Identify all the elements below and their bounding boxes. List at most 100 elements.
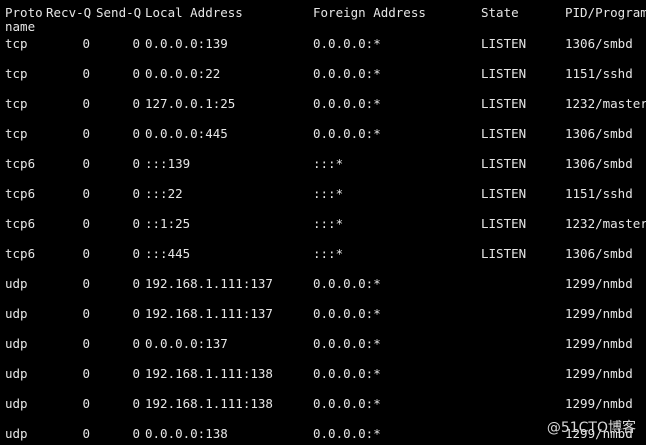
- row-foreign-address: :::*: [313, 216, 344, 231]
- row-send-q: 0: [132, 246, 140, 261]
- row-proto: udp: [5, 306, 28, 321]
- row-pid-program: 1306/smbd: [565, 156, 633, 171]
- row-state: LISTEN: [481, 36, 527, 51]
- row-local-address: 0.0.0.0:445: [145, 126, 228, 141]
- table-row: tcp 0 0 0.0.0.0:445 0.0.0.0:* LISTEN 1306/smbd: [0, 127, 646, 141]
- row-recv-q: 0: [82, 276, 90, 291]
- netstat-header: Proto Recv-Q Send-Q Local Address Foreig…: [0, 6, 646, 34]
- row-recv-q: 0: [82, 216, 90, 231]
- row-local-address: 192.168.1.111:138: [145, 396, 273, 411]
- row-pid-program: 1151/sshd: [565, 66, 633, 81]
- row-foreign-address: 0.0.0.0:*: [313, 36, 381, 51]
- row-proto: tcp: [5, 66, 28, 81]
- row-pid-program: 1299/nmbd: [565, 276, 633, 291]
- row-send-q: 0: [132, 126, 140, 141]
- row-send-q: 0: [132, 156, 140, 171]
- row-pid-program: 1306/smbd: [565, 246, 633, 261]
- row-foreign-address: :::*: [313, 156, 344, 171]
- header-foreign-address: Foreign Address: [313, 5, 426, 20]
- row-foreign-address: :::*: [313, 186, 344, 201]
- row-proto: udp: [5, 336, 28, 351]
- table-row: udp 0 0 0.0.0.0:137 0.0.0.0:* 1299/nmbd: [0, 337, 646, 351]
- row-local-address: :::22: [145, 186, 183, 201]
- row-send-q: 0: [132, 66, 140, 81]
- row-foreign-address: 0.0.0.0:*: [313, 366, 381, 381]
- row-foreign-address: :::*: [313, 246, 344, 261]
- row-local-address: :::139: [145, 156, 191, 171]
- header-proto: Proto: [5, 5, 43, 20]
- table-row: tcp6 0 0:::445:::* LISTEN 1306/smbd: [0, 247, 646, 261]
- row-proto: tcp: [5, 96, 28, 111]
- row-recv-q: 0: [82, 306, 90, 321]
- row-proto: tcp: [5, 126, 28, 141]
- row-foreign-address: 0.0.0.0:*: [313, 426, 381, 441]
- row-pid-program: 1151/sshd: [565, 186, 633, 201]
- row-proto: tcp6: [5, 156, 36, 171]
- terminal-window[interactable]: Proto Recv-Q Send-Q Local Address Foreig…: [0, 0, 646, 445]
- row-proto: tcp6: [5, 246, 36, 261]
- row-pid-program: 1306/smbd: [565, 126, 633, 141]
- row-pid-program: 1232/master: [565, 216, 646, 231]
- row-proto: udp: [5, 396, 28, 411]
- row-recv-q: 0: [82, 186, 90, 201]
- row-local-address: 0.0.0.0:138: [145, 426, 228, 441]
- row-recv-q: 0: [82, 246, 90, 261]
- row-state: LISTEN: [481, 126, 527, 141]
- table-row: udp 0 0 192.168.1.111:137 0.0.0.0:* 1299/nmbd: [0, 277, 646, 291]
- row-state: LISTEN: [481, 186, 527, 201]
- row-state: LISTEN: [481, 246, 527, 261]
- table-row: udp 0 0 192.168.1.111:137 0.0.0.0:* 1299/nmbd: [0, 307, 646, 321]
- row-foreign-address: 0.0.0.0:*: [313, 66, 381, 81]
- row-foreign-address: 0.0.0.0:*: [313, 276, 381, 291]
- row-send-q: 0: [132, 426, 140, 441]
- row-send-q: 0: [132, 366, 140, 381]
- row-state: LISTEN: [481, 216, 527, 231]
- row-local-address: 0.0.0.0:22: [145, 66, 221, 81]
- header-local-address: Local Address: [145, 5, 243, 20]
- header-pid-program: PID/Program: [565, 5, 646, 20]
- row-send-q: 0: [132, 396, 140, 411]
- row-state: LISTEN: [481, 156, 527, 171]
- row-proto: udp: [5, 276, 28, 291]
- row-local-address: 192.168.1.111:138: [145, 366, 273, 381]
- row-state: LISTEN: [481, 66, 527, 81]
- row-pid-program: 1299/nmbd: [565, 366, 633, 381]
- row-send-q: 0: [132, 336, 140, 351]
- row-local-address: ::1:25: [145, 216, 191, 231]
- row-state: LISTEN: [481, 96, 527, 111]
- row-local-address: 127.0.0.1:25: [145, 96, 236, 111]
- row-send-q: 0: [132, 186, 140, 201]
- header-state: State: [481, 5, 519, 20]
- header-recv-q: Recv-Q: [46, 5, 92, 20]
- row-send-q: 0: [132, 306, 140, 321]
- row-foreign-address: 0.0.0.0:*: [313, 336, 381, 351]
- row-recv-q: 0: [82, 366, 90, 381]
- row-foreign-address: 0.0.0.0:*: [313, 96, 381, 111]
- header-name: name: [5, 19, 36, 34]
- row-pid-program: 1232/master: [565, 96, 646, 111]
- row-local-address: 192.168.1.111:137: [145, 276, 273, 291]
- row-local-address: 192.168.1.111:137: [145, 306, 273, 321]
- row-send-q: 0: [132, 216, 140, 231]
- row-send-q: 0: [132, 276, 140, 291]
- table-row: tcp 0 0 127.0.0.1:25 0.0.0.0:* LISTEN 1232/mas…: [0, 97, 646, 111]
- table-row: tcp 0 0 0.0.0.0:22 0.0.0.0:* LISTEN 1151/sshd: [0, 67, 646, 81]
- row-local-address: :::445: [145, 246, 191, 261]
- row-proto: tcp: [5, 36, 28, 51]
- row-recv-q: 0: [82, 36, 90, 51]
- row-send-q: 0: [132, 36, 140, 51]
- table-row: tcp 0 0 0.0.0.0:139 0.0.0.0:* LISTEN 1306/smbd: [0, 37, 646, 51]
- table-row: tcp6 0 0:::22:::* LISTEN 1151/sshd: [0, 187, 646, 201]
- table-row: tcp6 0 0::1:25:::* LISTEN 1232/master: [0, 217, 646, 231]
- row-recv-q: 0: [82, 156, 90, 171]
- table-row: udp 0 0 192.168.1.111:138 0.0.0.0:* 1299/nmbd: [0, 397, 646, 411]
- row-local-address: 0.0.0.0:139: [145, 36, 228, 51]
- row-recv-q: 0: [82, 336, 90, 351]
- row-foreign-address: 0.0.0.0:*: [313, 126, 381, 141]
- row-pid-program: 1306/smbd: [565, 36, 633, 51]
- row-recv-q: 0: [82, 96, 90, 111]
- row-proto: tcp6: [5, 216, 36, 231]
- row-proto: udp: [5, 366, 28, 381]
- row-foreign-address: 0.0.0.0:*: [313, 306, 381, 321]
- row-recv-q: 0: [82, 426, 90, 441]
